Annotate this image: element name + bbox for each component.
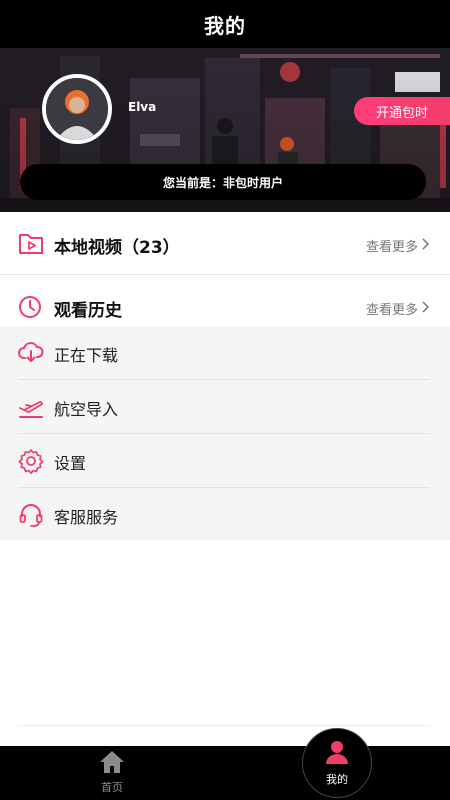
airplane-icon xyxy=(18,396,44,424)
page-title: 我的 xyxy=(204,13,246,38)
chevron-right-icon xyxy=(422,300,430,317)
profile-banner: Elva 开通包时 您当前是：非包时用户 xyxy=(0,48,450,212)
folder-play-icon xyxy=(18,231,44,259)
bottom-tab-bar: 首页 我的 xyxy=(0,728,450,800)
divider xyxy=(18,725,430,726)
top-bar: 我的 xyxy=(0,0,450,48)
tab-home[interactable]: 首页 xyxy=(82,750,142,798)
gear-icon xyxy=(18,448,44,478)
menu-item-downloading[interactable]: 正在下载 xyxy=(0,326,450,380)
menu-list: 正在下载 航空导入 设置 客服服务 xyxy=(0,326,450,540)
menu-item-customer-service[interactable]: 客服服务 xyxy=(0,488,450,542)
watch-history-row[interactable]: 观看历史 查看更多 xyxy=(0,275,450,326)
menu-item-air-import[interactable]: 航空导入 xyxy=(0,380,450,434)
watch-history-more[interactable]: 查看更多 xyxy=(366,299,430,318)
membership-status: 您当前是：非包时用户 xyxy=(20,164,426,200)
menu-item-settings[interactable]: 设置 xyxy=(0,434,450,488)
local-videos-label: 本地视频（23） xyxy=(54,238,180,258)
person-icon xyxy=(324,739,350,769)
menu-label: 设置 xyxy=(54,454,87,473)
clock-icon xyxy=(18,295,42,323)
menu-label: 客服服务 xyxy=(54,508,119,527)
watch-history-label: 观看历史 xyxy=(54,301,122,321)
open-subscription-button[interactable]: 开通包时 xyxy=(354,97,450,125)
avatar[interactable] xyxy=(42,74,112,144)
menu-label: 正在下载 xyxy=(54,346,119,365)
local-videos-more[interactable]: 查看更多 xyxy=(366,236,430,255)
menu-label: 航空导入 xyxy=(54,400,119,419)
headset-icon xyxy=(18,502,44,532)
tab-me[interactable]: 我的 xyxy=(302,728,372,798)
home-icon xyxy=(99,750,125,778)
chevron-right-icon xyxy=(422,237,430,254)
tab-me-label: 我的 xyxy=(326,773,348,786)
local-videos-row[interactable]: 本地视频（23） 查看更多 xyxy=(0,212,450,274)
tab-home-label: 首页 xyxy=(101,781,123,794)
cloud-download-icon xyxy=(18,340,44,368)
username: Elva xyxy=(128,100,157,114)
